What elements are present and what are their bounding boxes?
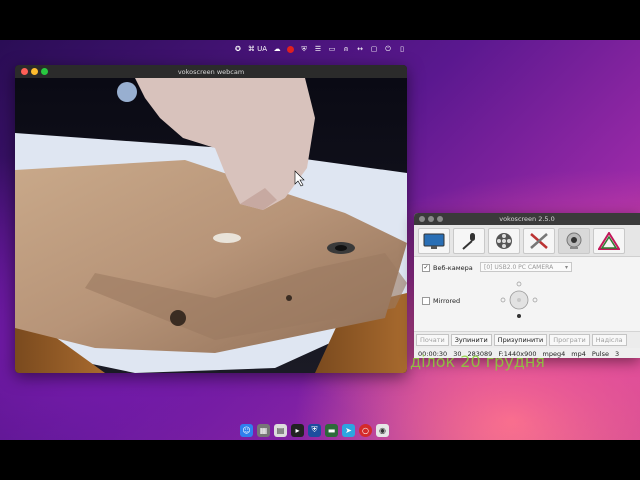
tab-video[interactable] [488,228,520,254]
webcam-panel: ✓ Веб-камера [0] USB2.0 PC CAMERA ▾ Mirr… [414,257,640,331]
chevron-down-icon: ▾ [564,264,568,271]
webcam-feed [15,78,407,373]
voko-tabs [414,225,640,257]
cloud-icon[interactable]: ☁ [273,45,281,53]
monitor-icon [423,233,445,249]
tools-icon [530,233,548,249]
close-button[interactable] [419,216,425,222]
app-icon[interactable]: ✪ [234,45,242,53]
vokoscreen-window[interactable]: vokoscreen 2.5.0 ✓ Веб-камера [0] USB2.0… [414,213,640,358]
keyboard-layout[interactable]: ⌘ UA [248,45,267,53]
finder-icon[interactable]: ☺ [240,423,253,437]
tab-webcam[interactable] [558,228,590,254]
tab-screen[interactable] [418,228,450,254]
status-extra: 3 [614,350,620,358]
microphone-icon [462,233,475,250]
terminal-icon[interactable]: ▸ [291,423,304,437]
maximize-button[interactable] [437,216,443,222]
close-button[interactable] [21,68,28,75]
webcam-window[interactable]: vokoscreen webcam [15,65,407,373]
status-container: mp4 [571,350,586,358]
status-codec: mpeg4 [542,350,566,358]
desktop-date-text: ділок 20 грудня [410,352,545,371]
triangle-logo-icon [598,232,620,250]
maximize-button[interactable] [41,68,48,75]
minimize-button[interactable] [428,216,434,222]
webcam-row: ✓ Веб-камера [422,264,473,272]
camera-select[interactable]: [0] USB2.0 PC CAMERA ▾ [480,262,572,272]
voko-window-title: vokoscreen 2.5.0 [499,215,555,223]
stop-button[interactable]: Зупинити [450,334,492,346]
webcam-position-control[interactable] [500,281,538,319]
webcam-checkbox[interactable]: ✓ [422,264,430,272]
opera-icon[interactable]: ○ [359,423,372,437]
top-panel: ✪ ⌘ UA ☁ ⛨ ☰ ▭ ⍝ ↔ ▢ ⏻ ▯ [0,40,640,58]
dock: ☺ ▦ ▤ ▸ ⛨ ▬ ➤ ○ ◉ [240,421,389,439]
webcam-window-title: vokoscreen webcam [177,67,245,76]
tab-tools[interactable] [523,228,555,254]
lock-icon[interactable]: ▢ [370,45,378,53]
mirrored-row: Mirrored [422,297,460,305]
webcam-checkbox-label: Веб-камера [433,264,473,272]
start-button[interactable]: Почати [416,334,449,346]
pause-button[interactable]: Призупинити [493,334,548,346]
folder-icon[interactable]: ▭ [328,45,336,53]
status-audio: Pulse [591,350,609,358]
calculator-icon[interactable]: ▦ [257,423,270,437]
action-buttons: Почати Зупинити Призупинити Програти Над… [414,331,640,348]
status-icon[interactable]: ▯ [398,45,406,53]
camera-select-value: [0] USB2.0 PC CAMERA [484,263,554,271]
monitor-icon[interactable]: ▬ [325,423,338,437]
play-button[interactable]: Програти [549,334,590,346]
minimize-button[interactable] [31,68,38,75]
webcam-icon [566,232,582,249]
record-icon[interactable] [287,45,295,53]
voko-titlebar[interactable]: vokoscreen 2.5.0 [414,213,640,225]
film-reel-icon [496,233,512,249]
tab-audio[interactable] [453,228,485,254]
send-button[interactable]: Надісла [591,334,627,346]
webcam-titlebar[interactable]: vokoscreen webcam [15,65,407,78]
bell-icon[interactable]: ⍝ [342,45,350,53]
desktop: ✪ ⌘ UA ☁ ⛨ ☰ ▭ ⍝ ↔ ▢ ⏻ ▯ vokoscreen webc… [0,40,640,440]
text-editor-icon[interactable]: ▤ [274,423,287,437]
link-icon[interactable]: ↔ [356,45,364,53]
camera-icon[interactable]: ◉ [376,423,389,437]
shield-icon[interactable]: ⛨ [300,45,308,53]
mirrored-checkbox[interactable] [422,297,430,305]
list-icon[interactable]: ☰ [314,45,322,53]
tab-about[interactable] [593,228,625,254]
telegram-icon[interactable]: ➤ [342,423,355,437]
security-icon[interactable]: ⛨ [308,423,321,437]
power-icon[interactable]: ⏻ [384,45,392,53]
mirrored-label: Mirrored [433,297,461,305]
